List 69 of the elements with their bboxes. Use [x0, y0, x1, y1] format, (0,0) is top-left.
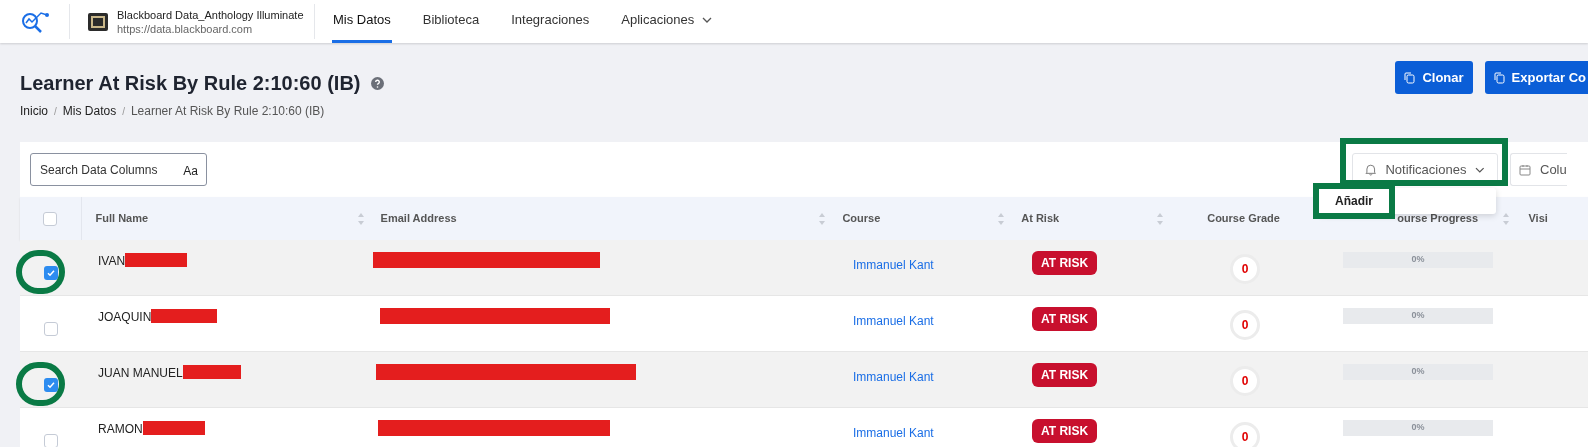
course-link[interactable]: Immanuel Kant [853, 258, 934, 272]
checkbox[interactable] [44, 322, 58, 336]
course-link[interactable]: Immanuel Kant [853, 314, 934, 328]
page-title: Learner At Risk By Rule 2:10:60 (IB) [20, 71, 361, 96]
progress-label: 0% [1411, 365, 1425, 379]
column-header: Visi [1528, 211, 1548, 227]
sort-icon[interactable] [1502, 211, 1511, 226]
nav-tab[interactable]: Integraciones [510, 0, 591, 43]
sort-icon[interactable] [997, 211, 1006, 226]
bell-icon [1365, 163, 1377, 176]
org-name: Blackboard Data_Anthology Illuminate [117, 7, 304, 22]
column-header: Full Name [95, 211, 149, 227]
nav-tab[interactable]: Mis Datos [332, 0, 392, 43]
menu-item[interactable]: Añadir [1313, 183, 1395, 219]
chevron-down-icon [702, 17, 713, 23]
redaction-bar [125, 253, 188, 267]
checkbox[interactable] [44, 266, 58, 280]
match-case-hint: Aa [183, 163, 198, 180]
columns-button[interactable]: Colu [1510, 153, 1567, 186]
learner-name: JOAQUIN [98, 309, 152, 326]
header-cell[interactable]: Email Address [372, 197, 835, 240]
risk-badge: AT RISK [1032, 363, 1098, 387]
risk-badge: AT RISK [1032, 307, 1098, 331]
header-cell[interactable]: Visi [1520, 197, 1588, 240]
breadcrumb-separator: / [122, 104, 125, 119]
action-button[interactable]: Exportar Co [1484, 61, 1588, 94]
copy-icon [1404, 71, 1416, 84]
checkbox[interactable] [44, 378, 58, 392]
check-icon [46, 380, 56, 390]
column-header: Course Grade [1207, 211, 1280, 227]
progress-label: 0% [1411, 421, 1425, 435]
checkbox[interactable] [44, 434, 58, 447]
breadcrumb-current: Learner At Risk By Rule 2:10:60 (IB) [130, 103, 325, 120]
learner-name: IVAN [98, 253, 126, 270]
learner-name: RAMON [98, 421, 143, 438]
column-header: ourse Progress [1397, 211, 1478, 227]
breadcrumb-link[interactable]: Inicio [20, 102, 48, 120]
copy-icon [1493, 71, 1505, 84]
progress-label: 0% [1411, 253, 1425, 267]
sort-icon[interactable] [818, 211, 827, 226]
redaction-bar [182, 365, 241, 379]
calendar-icon [1519, 163, 1531, 176]
learner-name: JUAN MANUEL [98, 365, 183, 382]
redaction-bar [142, 421, 205, 435]
header-cell[interactable]: At Risk [1013, 197, 1173, 240]
check-icon [46, 268, 56, 278]
breadcrumb-link[interactable]: Mis Datos [62, 102, 117, 120]
header-cell[interactable]: Full Name [81, 197, 373, 240]
breadcrumb-separator: / [54, 104, 57, 119]
course-link[interactable]: Immanuel Kant [853, 370, 934, 384]
bb-logo-icon [88, 12, 108, 31]
action-button[interactable]: Clonar [1395, 61, 1473, 94]
sort-icon[interactable] [1156, 211, 1165, 226]
nav-tab[interactable]: Biblioteca [421, 0, 481, 43]
risk-badge: AT RISK [1032, 251, 1098, 275]
nav-tab[interactable]: Aplicaciones [620, 0, 714, 43]
chevron-down-icon [1475, 166, 1485, 173]
checkbox[interactable] [43, 211, 58, 226]
column-header: Course [842, 211, 881, 227]
redaction-bar [151, 309, 218, 323]
sort-icon[interactable] [356, 211, 365, 226]
org-url: https://data.blackboard.com [117, 21, 254, 36]
help-icon[interactable] [371, 76, 385, 90]
column-header: At Risk [1021, 211, 1060, 227]
column-header: Email Address [380, 211, 457, 227]
risk-badge: AT RISK [1032, 419, 1098, 443]
course-link[interactable]: Immanuel Kant [853, 426, 934, 440]
header-cell[interactable]: Course [834, 197, 1014, 240]
progress-label: 0% [1411, 309, 1425, 323]
